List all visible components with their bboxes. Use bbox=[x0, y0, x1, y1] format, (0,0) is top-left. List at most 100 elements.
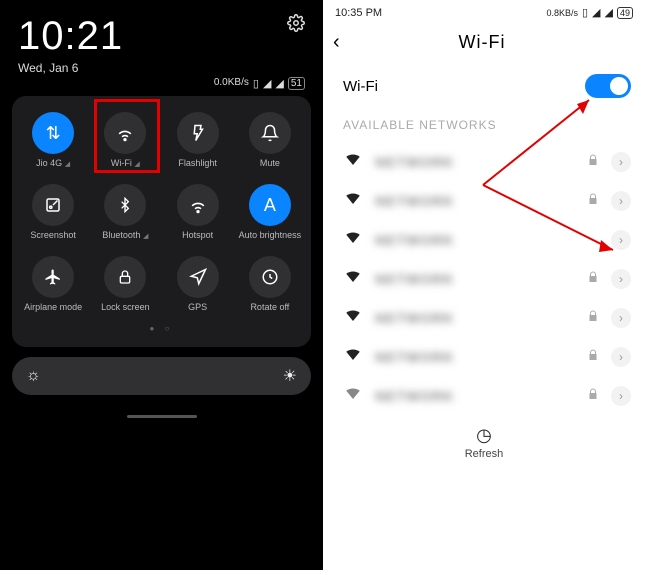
wifi-toggle-label: Wi-Fi bbox=[343, 78, 378, 95]
network-item[interactable]: NETWORK › bbox=[323, 259, 645, 298]
wi-fi-icon bbox=[104, 112, 146, 154]
pager-dots: ● ○ bbox=[18, 324, 305, 333]
lock-icon bbox=[587, 154, 599, 169]
network-ssid: NETWORK bbox=[375, 232, 599, 248]
quick-settings-panel: 10:21 Wed, Jan 6 0.0KB/s ▯ ◢ ◢ 51 ⇅Jio 4… bbox=[0, 0, 323, 570]
status-bar: 10:35 PM 0.8KB/s ▯ ◢ ◢ 49 bbox=[323, 0, 645, 25]
jio-4g-icon: ⇅ bbox=[32, 112, 74, 154]
wifi-signal-icon bbox=[343, 150, 363, 173]
tile-label: Hotspot bbox=[182, 230, 213, 240]
chevron-right-icon[interactable]: › bbox=[611, 191, 631, 211]
network-item[interactable]: NETWORK › bbox=[323, 220, 645, 259]
tile-label: Airplane mode bbox=[24, 302, 82, 312]
home-indicator[interactable] bbox=[127, 415, 197, 418]
wifi-signal-icon bbox=[343, 384, 363, 407]
status-bar: 10:21 Wed, Jan 6 0.0KB/s ▯ ◢ ◢ 51 bbox=[4, 4, 319, 90]
chevron-right-icon[interactable]: › bbox=[611, 308, 631, 328]
chevron-right-icon[interactable]: › bbox=[611, 269, 631, 289]
rotate-off-icon bbox=[249, 256, 291, 298]
page-title: Wi-Fi bbox=[333, 32, 631, 53]
wifi-signal-icon bbox=[343, 345, 363, 368]
tile-mute[interactable]: Mute bbox=[235, 106, 305, 174]
bluetooth-icon bbox=[104, 184, 146, 226]
sim-icon: ▯ bbox=[253, 77, 259, 90]
refresh-icon: ◷ bbox=[323, 425, 645, 446]
wifi-settings-screen: 10:35 PM 0.8KB/s ▯ ◢ ◢ 49 ‹ Wi-Fi Wi-Fi … bbox=[323, 0, 645, 570]
signal-icon: ◢ bbox=[592, 6, 600, 19]
lock-icon bbox=[587, 310, 599, 325]
tile-label: Bluetooth ◢ bbox=[102, 230, 148, 240]
screenshot-icon bbox=[32, 184, 74, 226]
tile-gps[interactable]: GPS bbox=[163, 250, 233, 318]
refresh-label: Refresh bbox=[323, 448, 645, 460]
tile-auto-brightness[interactable]: A Auto brightness bbox=[235, 178, 305, 246]
wifi-toggle-row[interactable]: Wi-Fi bbox=[323, 60, 645, 118]
tile-airplane-mode[interactable]: Airplane mode bbox=[18, 250, 88, 318]
auto-brightness-icon: A bbox=[249, 184, 291, 226]
data-rate: 0.8KB/s bbox=[546, 8, 578, 18]
signal-icon: ◢ bbox=[263, 77, 271, 90]
flashlight-icon bbox=[177, 112, 219, 154]
refresh-button[interactable]: ◷ Refresh bbox=[323, 415, 645, 460]
tile-label: GPS bbox=[188, 302, 207, 312]
status-time: 10:35 PM bbox=[335, 7, 382, 19]
chevron-right-icon[interactable]: › bbox=[611, 386, 631, 406]
wifi-toggle[interactable] bbox=[585, 74, 631, 98]
network-ssid: NETWORK bbox=[375, 349, 575, 365]
brightness-slider[interactable]: ☼ ☀ bbox=[12, 357, 311, 395]
airplane-mode-icon bbox=[32, 256, 74, 298]
network-item[interactable]: NETWORK › bbox=[323, 298, 645, 337]
tile-label: Screenshot bbox=[30, 230, 76, 240]
network-item[interactable]: NETWORK› bbox=[323, 142, 645, 181]
tile-jio-4g[interactable]: ⇅Jio 4G ◢ bbox=[18, 106, 88, 174]
lock-icon bbox=[587, 388, 599, 403]
tile-flashlight[interactable]: Flashlight bbox=[163, 106, 233, 174]
hotspot-icon bbox=[177, 184, 219, 226]
wifi-signal-icon bbox=[343, 267, 363, 290]
tile-hotspot[interactable]: Hotspot bbox=[163, 178, 233, 246]
network-item[interactable]: NETWORK › bbox=[323, 376, 645, 415]
tile-bluetooth[interactable]: Bluetooth ◢ bbox=[90, 178, 160, 246]
lock-icon bbox=[587, 349, 599, 364]
tile-wi-fi[interactable]: Wi-Fi ◢ bbox=[90, 106, 160, 174]
tile-label: Auto brightness bbox=[239, 230, 302, 240]
tile-screenshot[interactable]: Screenshot bbox=[18, 178, 88, 246]
signal-icon: ◢ bbox=[275, 77, 283, 90]
tile-label: Mute bbox=[260, 158, 280, 168]
lock-screen-icon bbox=[104, 256, 146, 298]
tile-label: Lock screen bbox=[101, 302, 150, 312]
lock-icon bbox=[587, 271, 599, 286]
network-item[interactable]: NETWORK › bbox=[323, 337, 645, 376]
section-label: AVAILABLE NETWORKS bbox=[323, 118, 645, 142]
network-ssid: NETWORK bbox=[375, 271, 575, 287]
battery-indicator: 49 bbox=[617, 7, 633, 19]
wifi-signal-icon bbox=[343, 228, 363, 251]
wifi-signal-icon bbox=[343, 306, 363, 329]
tile-rotate-off[interactable]: Rotate off bbox=[235, 250, 305, 318]
date: Wed, Jan 6 bbox=[18, 61, 123, 75]
chevron-right-icon[interactable]: › bbox=[611, 347, 631, 367]
tile-label: Rotate off bbox=[250, 302, 289, 312]
lock-icon bbox=[587, 193, 599, 208]
signal-icon: ◢ bbox=[605, 6, 613, 19]
sun-low-icon: ☼ bbox=[26, 367, 41, 385]
network-ssid: NETWORK bbox=[375, 310, 575, 326]
gear-icon[interactable] bbox=[287, 14, 305, 37]
chevron-right-icon[interactable]: › bbox=[611, 152, 631, 172]
network-ssid: NETWORK bbox=[375, 388, 575, 404]
network-ssid: NETWORK bbox=[375, 193, 575, 209]
network-item[interactable]: NETWORK › bbox=[323, 181, 645, 220]
tile-lock-screen[interactable]: Lock screen bbox=[90, 250, 160, 318]
tile-label: Flashlight bbox=[178, 158, 217, 168]
mute-icon bbox=[249, 112, 291, 154]
data-rate: 0.0KB/s bbox=[214, 77, 249, 88]
tiles-panel: ⇅Jio 4G ◢ Wi-Fi ◢ Flashlight Mute Screenshot… bbox=[12, 96, 311, 347]
sun-high-icon: ☀ bbox=[283, 366, 297, 386]
wifi-signal-icon bbox=[343, 189, 363, 212]
gps-icon bbox=[177, 256, 219, 298]
sim-icon: ▯ bbox=[582, 6, 588, 19]
chevron-right-icon[interactable]: › bbox=[611, 230, 631, 250]
page-header: ‹ Wi-Fi bbox=[323, 25, 645, 60]
tile-label: Wi-Fi ◢ bbox=[111, 158, 140, 168]
network-list: NETWORK › NETWORK › NETWORK › NETWORK › NETWORK ›… bbox=[323, 142, 645, 415]
